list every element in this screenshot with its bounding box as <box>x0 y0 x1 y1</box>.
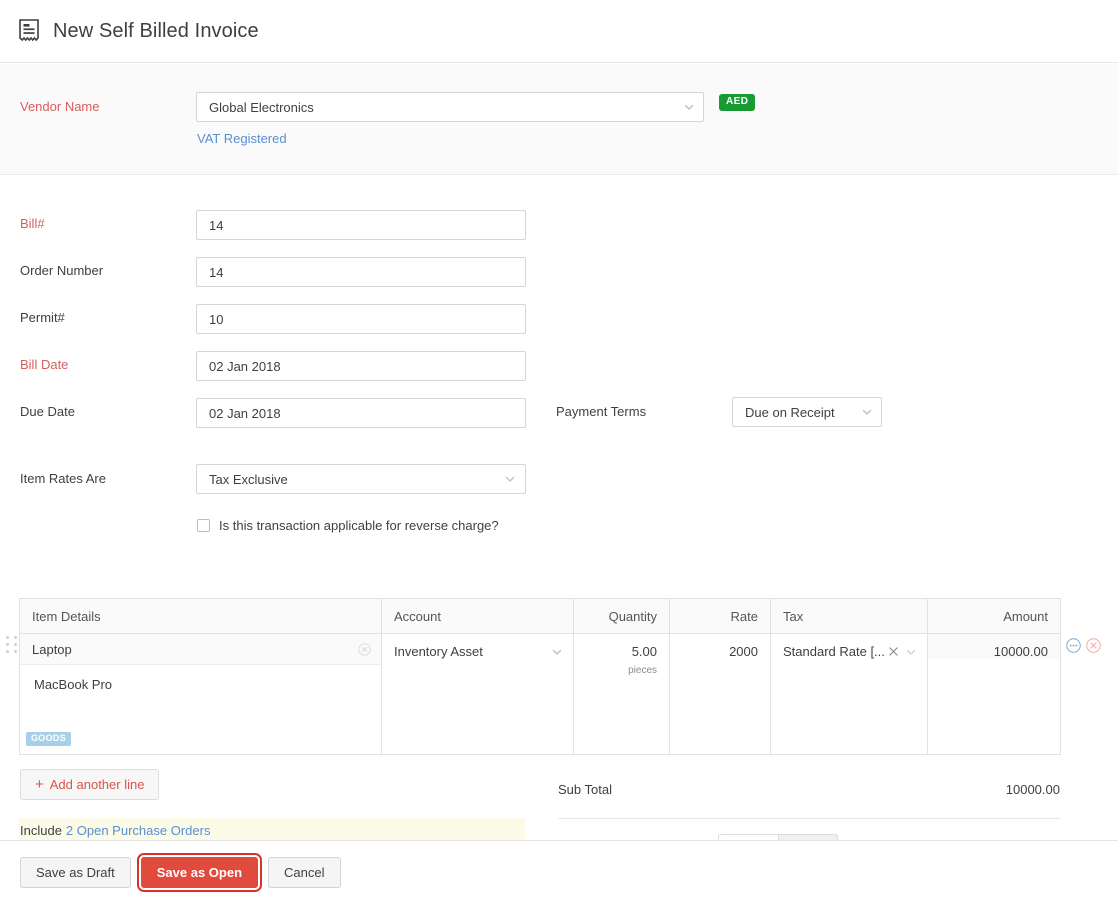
amount-value-wrap: 10000.00 <box>928 634 1060 659</box>
bill-number-value: 14 <box>209 218 516 233</box>
add-another-line-button[interactable]: + Add another line <box>20 769 159 800</box>
quantity-unit: pieces <box>584 665 657 676</box>
reverse-charge-checkbox[interactable] <box>197 519 210 532</box>
chevron-down-icon <box>504 473 516 485</box>
cell-amount: 10000.00 <box>928 634 1061 755</box>
quantity-field[interactable]: 5.00 pieces <box>574 634 669 676</box>
vendor-name-select[interactable]: Global Electronics <box>196 92 704 122</box>
cell-quantity: 5.00 pieces <box>574 634 670 755</box>
item-name-value: Laptop <box>32 642 358 657</box>
include-purchase-orders-banner: Include 2 Open Purchase Orders <box>19 818 525 842</box>
bill-date-input[interactable]: 02 Jan 2018 <box>196 351 526 381</box>
save-as-draft-button[interactable]: Save as Draft <box>20 857 131 888</box>
plus-icon: + <box>35 777 44 792</box>
due-date-value: 02 Jan 2018 <box>209 406 516 421</box>
col-rate: Rate <box>670 599 771 634</box>
cell-account: Inventory Asset <box>382 634 574 755</box>
cell-tax: Standard Rate [... <box>771 634 928 755</box>
sub-total-label: Sub Total <box>558 782 612 797</box>
account-value: Inventory Asset <box>394 644 551 659</box>
more-options-icon[interactable] <box>1066 638 1081 653</box>
order-number-value: 14 <box>209 265 516 280</box>
item-rates-value: Tax Exclusive <box>209 472 504 487</box>
bill-date-value: 02 Jan 2018 <box>209 359 516 374</box>
page-header: New Self Billed Invoice <box>0 0 1118 63</box>
cancel-button[interactable]: Cancel <box>268 857 340 888</box>
invoice-form-page: New Self Billed Invoice Vendor Name Glob… <box>0 0 1118 903</box>
item-description[interactable]: MacBook Pro <box>20 665 381 692</box>
col-quantity: Quantity <box>574 599 670 634</box>
form-footer: Save as Draft Save as Open Cancel <box>0 840 1118 903</box>
chevron-down-icon <box>905 646 917 658</box>
payment-terms-value: Due on Receipt <box>745 405 861 420</box>
tax-value: Standard Rate [... <box>783 644 886 659</box>
rate-value: 2000 <box>680 644 758 659</box>
clear-tax-icon[interactable] <box>888 646 899 657</box>
vendor-name-value: Global Electronics <box>209 100 683 115</box>
payment-terms-label: Payment Terms <box>556 404 646 420</box>
row-actions <box>1066 638 1101 653</box>
vendor-name-label: Vendor Name <box>20 99 100 115</box>
permit-number-input[interactable]: 10 <box>196 304 526 334</box>
permit-number-label: Permit# <box>20 310 65 326</box>
currency-badge: AED <box>719 94 755 111</box>
remove-row-icon[interactable] <box>1086 638 1101 653</box>
amount-value: 10000.00 <box>994 644 1048 659</box>
reverse-charge-row[interactable]: Is this transaction applicable for rever… <box>197 518 499 533</box>
page-title: New Self Billed Invoice <box>53 20 259 43</box>
chevron-down-icon <box>683 101 695 113</box>
totals-section: Sub Total 10000.00 <box>558 770 1060 819</box>
item-name-field[interactable]: Laptop <box>20 634 381 665</box>
clear-item-icon[interactable] <box>358 643 371 656</box>
order-number-label: Order Number <box>20 263 103 279</box>
invoice-icon <box>18 19 40 43</box>
totals-divider <box>558 818 1060 819</box>
include-prefix: Include <box>20 823 62 838</box>
account-select[interactable]: Inventory Asset <box>394 644 563 659</box>
vat-registered-link[interactable]: VAT Registered <box>197 131 287 146</box>
chevron-down-icon <box>551 646 563 658</box>
reverse-charge-label: Is this transaction applicable for rever… <box>219 518 499 533</box>
col-item-details: Item Details <box>20 599 382 634</box>
save-as-open-button[interactable]: Save as Open <box>141 857 258 888</box>
chevron-down-icon <box>861 406 873 418</box>
sub-total-value: 10000.00 <box>1006 782 1060 797</box>
rate-field[interactable]: 2000 <box>670 634 770 659</box>
open-purchase-orders-link[interactable]: 2 Open Purchase Orders <box>66 823 211 838</box>
bill-number-label: Bill# <box>20 216 45 232</box>
col-account: Account <box>382 599 574 634</box>
col-tax: Tax <box>771 599 928 634</box>
table-row: Laptop MacBook Pro GOODS Invento <box>20 634 1061 755</box>
quantity-value: 5.00 <box>584 644 657 659</box>
due-date-label: Due Date <box>20 404 75 420</box>
col-amount: Amount <box>928 599 1061 634</box>
permit-number-value: 10 <box>209 312 516 327</box>
order-number-input[interactable]: 14 <box>196 257 526 287</box>
row-drag-handle-icon[interactable] <box>6 636 20 650</box>
payment-terms-select[interactable]: Due on Receipt <box>732 397 882 427</box>
cell-rate: 2000 <box>670 634 771 755</box>
due-date-input[interactable]: 02 Jan 2018 <box>196 398 526 428</box>
cell-item-details: Laptop MacBook Pro GOODS <box>20 634 382 755</box>
item-rates-label: Item Rates Are <box>20 471 106 487</box>
tax-select[interactable]: Standard Rate [... <box>783 644 917 659</box>
bill-date-label: Bill Date <box>20 357 68 373</box>
item-type-badge: GOODS <box>26 732 71 746</box>
table-header-row: Item Details Account Quantity Rate Tax A… <box>20 599 1061 634</box>
sub-total-row: Sub Total 10000.00 <box>558 770 1060 808</box>
item-rates-select[interactable]: Tax Exclusive <box>196 464 526 494</box>
add-another-line-label: Add another line <box>50 777 145 792</box>
line-items-table: Item Details Account Quantity Rate Tax A… <box>19 598 1061 755</box>
bill-number-input[interactable]: 14 <box>196 210 526 240</box>
